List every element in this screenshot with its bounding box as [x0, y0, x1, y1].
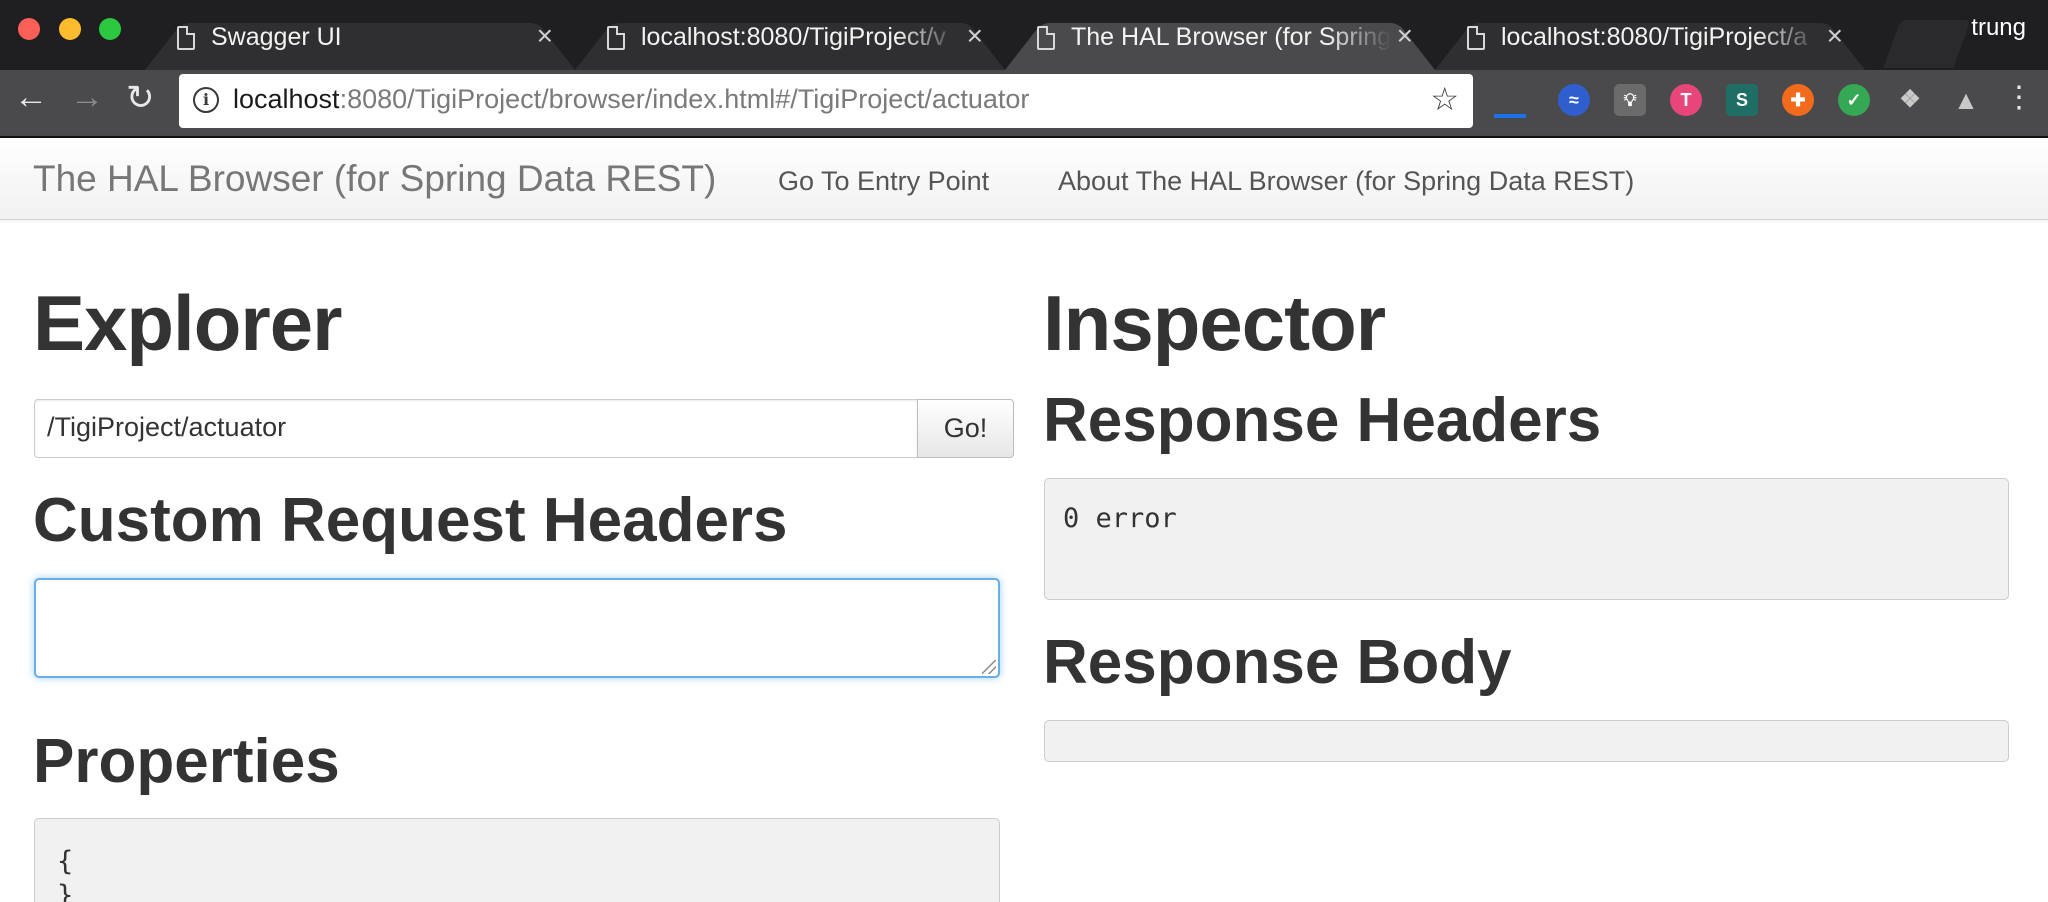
- minimize-window-button[interactable]: [59, 18, 81, 40]
- response-body-box: [1044, 720, 2009, 762]
- brand-title[interactable]: The HAL Browser (for Spring Data REST): [33, 158, 716, 200]
- url-text[interactable]: localhost:8080/TigiProject/browser/index…: [233, 84, 1029, 115]
- inspector-heading: Inspector: [1043, 279, 1386, 367]
- dropbox-icon[interactable]: ❖: [1894, 84, 1926, 116]
- tab-title: localhost:8080/TigiProject/a: [1501, 23, 1808, 51]
- document-icon: [177, 26, 195, 50]
- t-logo-icon[interactable]: T: [1670, 84, 1702, 116]
- profile-name[interactable]: trung: [1971, 14, 2026, 42]
- tab-localhost-v[interactable]: localhost:8080/TigiProject/v ×: [575, 10, 1005, 70]
- go-button[interactable]: Go!: [917, 399, 1014, 458]
- close-tab-icon[interactable]: ×: [1827, 20, 1843, 52]
- custom-request-headers-heading: Custom Request Headers: [33, 486, 788, 555]
- properties-editor[interactable]: { }: [34, 818, 1000, 902]
- close-window-button[interactable]: [18, 18, 40, 40]
- document-icon: [1467, 26, 1485, 50]
- back-arrow-icon[interactable]: ←: [14, 78, 48, 117]
- bookmark-star-icon[interactable]: ☆: [1430, 80, 1459, 118]
- resize-grip-icon[interactable]: [982, 660, 996, 674]
- explorer-url-input[interactable]: /TigiProject/actuator: [34, 399, 918, 458]
- go-to-entry-point-link[interactable]: Go To Entry Point: [778, 166, 989, 197]
- response-headers-heading: Response Headers: [1043, 386, 1602, 455]
- hal-navbar: The HAL Browser (for Spring Data REST) G…: [0, 136, 2048, 220]
- new-tab-button[interactable]: [1883, 20, 1971, 68]
- tab-title: The HAL Browser (for Spring: [1071, 23, 1391, 51]
- close-tab-icon[interactable]: ×: [537, 20, 553, 52]
- loading-indicator: [1494, 114, 1526, 118]
- explorer-heading: Explorer: [33, 279, 342, 367]
- tab-strip: Swagger UI × localhost:8080/TigiProject/…: [0, 0, 2048, 70]
- tab-swagger-ui[interactable]: Swagger UI ×: [145, 10, 575, 70]
- s-logo-icon[interactable]: S: [1726, 84, 1758, 116]
- lightbulb-icon[interactable]: 💡︎: [1614, 84, 1646, 116]
- menu-kebab-icon[interactable]: ⋮: [2004, 80, 2034, 115]
- tab-title: localhost:8080/TigiProject/v: [641, 23, 946, 51]
- browser-toolbar: ← → ↻ i localhost:8080/TigiProject/brows…: [0, 70, 2048, 136]
- forward-arrow-icon[interactable]: →: [70, 78, 104, 117]
- response-headers-box: 0 error: [1044, 478, 2009, 600]
- zoom-window-button[interactable]: [99, 18, 121, 40]
- info-icon[interactable]: i: [193, 87, 219, 113]
- about-link[interactable]: About The HAL Browser (for Spring Data R…: [1058, 166, 1634, 197]
- shield-check-icon[interactable]: ✓: [1838, 84, 1870, 116]
- reload-icon[interactable]: ↻: [126, 78, 155, 118]
- document-icon: [1037, 26, 1055, 50]
- custom-headers-textarea[interactable]: [34, 578, 1000, 678]
- properties-heading: Properties: [33, 727, 340, 796]
- lifebuoy-icon[interactable]: ✚: [1782, 84, 1814, 116]
- tab-title: Swagger UI: [211, 23, 342, 51]
- close-tab-icon[interactable]: ×: [967, 20, 983, 52]
- address-bar[interactable]: i localhost:8080/TigiProject/browser/ind…: [179, 74, 1473, 128]
- tab-hal-browser[interactable]: The HAL Browser (for Spring ×: [1005, 10, 1435, 70]
- response-body-heading: Response Body: [1043, 628, 1512, 697]
- close-tab-icon[interactable]: ×: [1397, 20, 1413, 52]
- document-icon: [607, 26, 625, 50]
- sync-icon[interactable]: ≈: [1558, 84, 1590, 116]
- tab-localhost-a[interactable]: localhost:8080/TigiProject/a ×: [1435, 10, 1865, 70]
- drive-icon[interactable]: ▲: [1950, 84, 1982, 116]
